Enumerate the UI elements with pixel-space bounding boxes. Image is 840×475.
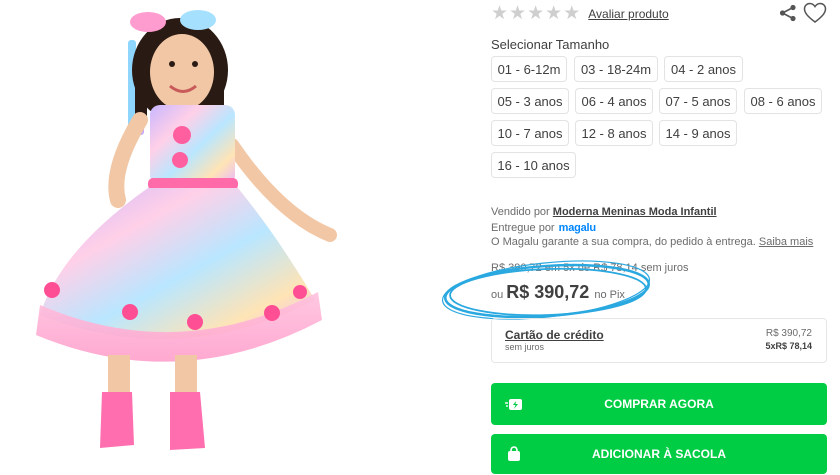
size-option[interactable]: 04 - 2 anos (664, 56, 743, 82)
size-option[interactable]: 12 - 8 anos (575, 120, 653, 146)
star-icon[interactable]: ★ (527, 4, 544, 23)
heart-icon[interactable] (803, 2, 827, 24)
seller-info: Vendido por Moderna Meninas Moda Infanti… (491, 206, 717, 218)
guarantee-info: O Magalu garante a sua compra, do pedido… (491, 236, 813, 248)
pix-price-row: ou R$ 390,72 no Pix (491, 282, 625, 303)
pix-prefix: ou (491, 289, 504, 301)
size-option[interactable]: 10 - 7 anos (491, 120, 569, 146)
cart-lightning-icon (505, 399, 522, 410)
size-option[interactable]: 07 - 5 anos (659, 88, 737, 114)
star-icon[interactable]: ★ (545, 4, 562, 23)
buy-now-button[interactable]: COMPRAR AGORA (491, 383, 827, 425)
size-option[interactable]: 03 - 18-24m (574, 56, 658, 82)
star-icon[interactable]: ★ (509, 4, 526, 23)
buy-now-label[interactable]: COMPRAR AGORA (604, 397, 714, 411)
delivery-info: Entregue por magalu (491, 222, 596, 234)
delivery-prefix: Entregue por (491, 222, 555, 234)
star-icon[interactable]: ★ (563, 4, 580, 23)
size-option[interactable]: 01 - 6-12m (491, 56, 567, 82)
shopping-bag-icon (508, 446, 520, 461)
payment-note: sem juros (505, 342, 545, 352)
installments-text: R$ 390,72 em 5x de R$ 78,14 sem juros (491, 262, 689, 274)
rating-row: ★ ★ ★ ★ ★ Avaliar produto (491, 4, 669, 23)
size-option[interactable]: 08 - 6 anos (744, 88, 822, 114)
payment-total: R$ 390,72 (765, 328, 812, 339)
size-option[interactable]: 06 - 4 anos (575, 88, 653, 114)
payment-installments: 5xR$ 78,14 (765, 341, 812, 351)
add-to-bag-button[interactable]: ADICIONAR À SACOLA (491, 434, 827, 474)
payment-method-label[interactable]: Cartão de crédito (505, 328, 604, 342)
star-icon[interactable]: ★ (491, 4, 508, 23)
add-to-bag-label[interactable]: ADICIONAR À SACOLA (592, 447, 726, 461)
share-icon[interactable] (778, 4, 798, 22)
size-option[interactable]: 05 - 3 anos (491, 88, 569, 114)
payment-option-card[interactable]: Cartão de crédito sem juros R$ 390,72 5x… (491, 318, 827, 363)
size-selector-title: Selecionar Tamanho (491, 37, 610, 52)
seller-prefix: Vendido por (491, 206, 550, 218)
learn-more-link[interactable]: Saiba mais (759, 236, 813, 248)
product-image (0, 0, 470, 475)
pix-price: R$ 390,72 (506, 282, 590, 302)
review-product-link[interactable]: Avaliar produto (588, 7, 669, 21)
rating-stars[interactable]: ★ ★ ★ ★ ★ (491, 4, 580, 23)
size-option[interactable]: 14 - 9 anos (659, 120, 737, 146)
size-option[interactable]: 16 - 10 anos (491, 152, 576, 178)
guarantee-text: O Magalu garante a sua compra, do pedido… (491, 236, 756, 248)
seller-link[interactable]: Moderna Meninas Moda Infantil (553, 206, 717, 218)
pix-suffix: no Pix (594, 289, 625, 301)
magalu-logo: magalu (558, 222, 597, 234)
